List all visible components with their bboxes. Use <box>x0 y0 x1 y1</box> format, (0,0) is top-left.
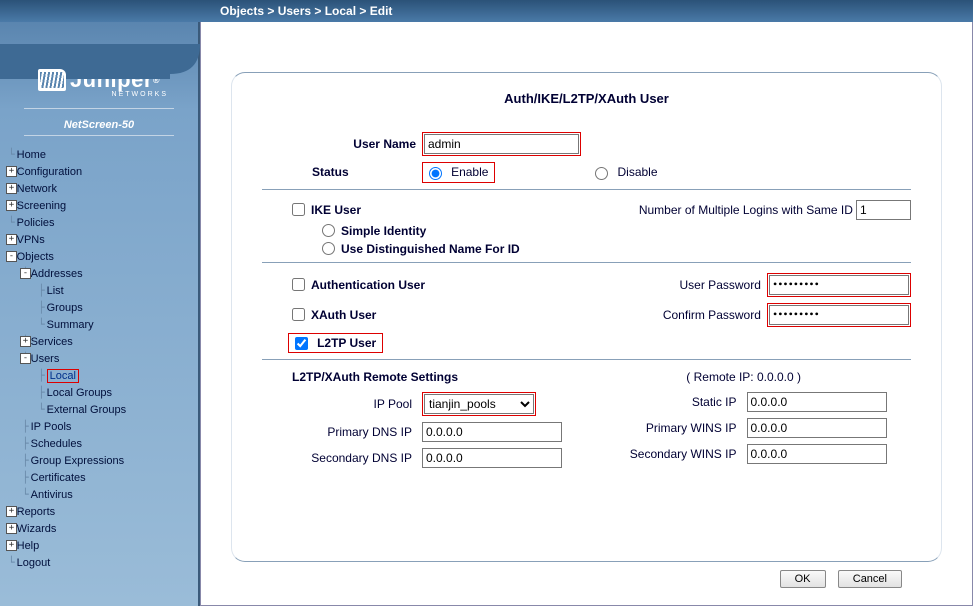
expand-icon[interactable]: + <box>6 183 17 194</box>
primary-wins-input[interactable] <box>747 418 887 438</box>
nav-help[interactable]: + Help <box>4 537 194 554</box>
nav-vpns[interactable]: + VPNs <box>4 231 194 248</box>
nav-group-expressions[interactable]: ├Group Expressions <box>4 452 194 469</box>
remote-settings-title: L2TP/XAuth Remote Settings <box>292 370 458 384</box>
nav-addresses-list[interactable]: ├List <box>4 282 194 299</box>
user-name-label: User Name <box>312 137 422 151</box>
separator <box>24 135 174 136</box>
breadcrumb: Objects > Users > Local > Edit <box>0 0 973 22</box>
highlight-box: L2TP User <box>288 333 383 354</box>
auth-user-checkbox[interactable] <box>292 278 305 291</box>
status-enable-radio[interactable] <box>429 167 442 180</box>
separator <box>24 108 174 109</box>
nav-screening[interactable]: + Screening <box>4 197 194 214</box>
expand-icon[interactable]: + <box>20 336 31 347</box>
simple-identity-label: Simple Identity <box>341 224 426 238</box>
highlight-box <box>422 132 581 156</box>
simple-identity-radio[interactable] <box>322 224 335 237</box>
ike-user-label: IKE User <box>311 203 361 217</box>
sidebar: Juniper® NETWORKS NetScreen-50 └Home + C… <box>0 22 200 606</box>
dn-radio[interactable] <box>322 242 335 255</box>
nav-configuration[interactable]: + Configuration <box>4 163 194 180</box>
nav-reports[interactable]: + Reports <box>4 503 194 520</box>
divider <box>262 189 911 190</box>
multi-login-label: Number of Multiple Logins with Same ID <box>639 203 853 217</box>
status-label: Status <box>312 165 422 179</box>
ip-pool-select[interactable]: tianjin_pools <box>424 394 534 414</box>
device-model: NetScreen-50 <box>0 119 198 131</box>
remote-ip-text: ( Remote IP: 0.0.0.0 ) <box>686 370 911 384</box>
static-ip-label: Static IP <box>587 395 747 409</box>
collapse-icon[interactable]: - <box>6 251 17 262</box>
highlight-box: tianjin_pools <box>422 392 536 416</box>
highlight-box <box>767 303 911 327</box>
panel-title: Auth/IKE/L2TP/XAuth User <box>232 73 941 128</box>
l2tp-user-checkbox[interactable] <box>295 337 308 350</box>
expand-icon[interactable]: + <box>6 506 17 517</box>
button-row: OK Cancel <box>231 562 942 588</box>
nav-addresses-groups[interactable]: ├Groups <box>4 299 194 316</box>
nav-users-external-groups[interactable]: └External Groups <box>4 401 194 418</box>
expand-icon[interactable]: + <box>6 234 17 245</box>
divider <box>262 359 911 360</box>
highlight-box <box>767 273 911 297</box>
static-ip-input[interactable] <box>747 392 887 412</box>
secondary-dns-label: Secondary DNS IP <box>262 451 422 465</box>
nav-policies[interactable]: └Policies <box>4 214 194 231</box>
collapse-icon[interactable]: - <box>20 353 31 364</box>
nav-addresses-summary[interactable]: └Summary <box>4 316 194 333</box>
expand-icon[interactable]: + <box>6 540 17 551</box>
nav-users-local[interactable]: ├Local <box>4 367 194 384</box>
user-password-input[interactable] <box>769 275 909 295</box>
nav-users[interactable]: -└Users <box>4 350 194 367</box>
form-panel: Auth/IKE/L2TP/XAuth User User Name Statu… <box>231 72 942 562</box>
confirm-password-input[interactable] <box>769 305 909 325</box>
nav-certificates[interactable]: ├Certificates <box>4 469 194 486</box>
nav-services[interactable]: +└Services <box>4 333 194 350</box>
dn-label: Use Distinguished Name For ID <box>341 242 520 256</box>
sidebar-corner <box>0 44 200 79</box>
expand-icon[interactable]: + <box>6 200 17 211</box>
ip-pool-label: IP Pool <box>262 397 422 411</box>
xauth-user-label: XAuth User <box>311 308 376 322</box>
ike-user-checkbox[interactable] <box>292 203 305 216</box>
l2tp-user-label: L2TP User <box>317 336 376 350</box>
nav-objects[interactable]: - Objects <box>4 248 194 265</box>
content-area: Auth/IKE/L2TP/XAuth User User Name Statu… <box>200 22 973 606</box>
confirm-password-label: Confirm Password <box>663 308 761 322</box>
multi-login-input[interactable] <box>856 200 911 220</box>
primary-wins-label: Primary WINS IP <box>587 421 747 435</box>
divider <box>262 262 911 263</box>
expand-icon[interactable]: + <box>6 166 17 177</box>
enable-label: Enable <box>451 165 488 179</box>
nav-antivirus[interactable]: └Antivirus <box>4 486 194 503</box>
primary-dns-label: Primary DNS IP <box>262 425 422 439</box>
nav-logout[interactable]: └Logout <box>4 554 194 571</box>
user-password-label: User Password <box>680 278 761 292</box>
nav-ip-pools[interactable]: ├IP Pools <box>4 418 194 435</box>
highlight-box: Enable <box>422 162 495 183</box>
nav-wizards[interactable]: + Wizards <box>4 520 194 537</box>
nav-schedules[interactable]: ├Schedules <box>4 435 194 452</box>
nav-home[interactable]: └Home <box>4 146 194 163</box>
primary-dns-input[interactable] <box>422 422 562 442</box>
cancel-button[interactable]: Cancel <box>838 570 902 588</box>
secondary-wins-input[interactable] <box>747 444 887 464</box>
user-name-input[interactable] <box>424 134 579 154</box>
nav-tree: └Home + Configuration + Network + Screen… <box>0 146 198 571</box>
status-disable-radio[interactable] <box>595 167 608 180</box>
secondary-wins-label: Secondary WINS IP <box>587 447 747 461</box>
secondary-dns-input[interactable] <box>422 448 562 468</box>
logo-icon <box>38 69 66 91</box>
auth-user-label: Authentication User <box>311 278 425 292</box>
expand-icon[interactable]: + <box>6 523 17 534</box>
nav-users-local-groups[interactable]: ├Local Groups <box>4 384 194 401</box>
xauth-user-checkbox[interactable] <box>292 308 305 321</box>
ok-button[interactable]: OK <box>780 570 826 588</box>
disable-label: Disable <box>618 165 658 179</box>
nav-network[interactable]: + Network <box>4 180 194 197</box>
collapse-icon[interactable]: - <box>20 268 31 279</box>
nav-addresses[interactable]: -└Addresses <box>4 265 194 282</box>
